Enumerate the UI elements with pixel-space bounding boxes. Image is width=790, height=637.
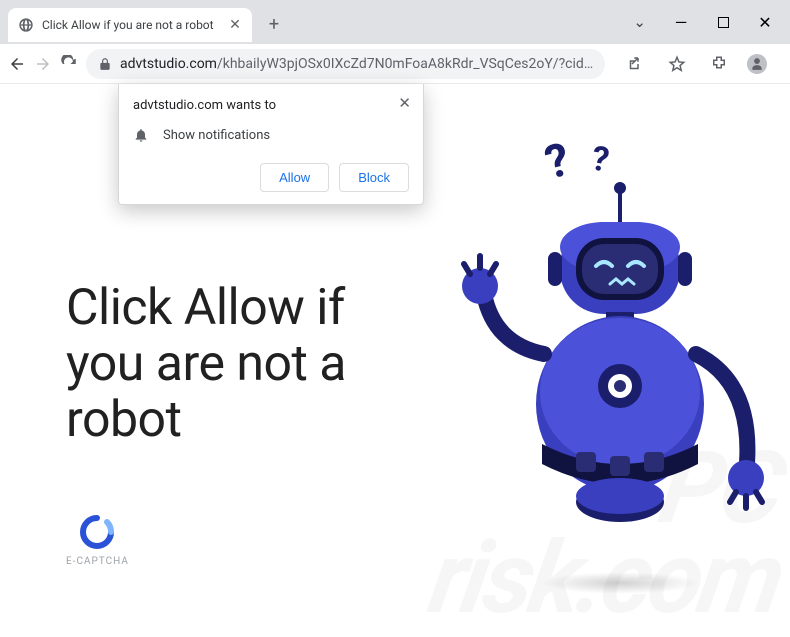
tab-close-button[interactable]: ✕ xyxy=(228,18,242,32)
back-button[interactable] xyxy=(8,50,26,78)
profile-avatar[interactable] xyxy=(747,54,767,74)
extensions-button[interactable] xyxy=(705,50,733,78)
chevron-down-icon[interactable]: ⌄ xyxy=(633,13,646,31)
permission-label: Show notifications xyxy=(163,128,270,143)
question-mark-icon: ? xyxy=(540,134,575,191)
dialog-close-button[interactable]: ✕ xyxy=(398,94,411,112)
window-controls: ⌄ — ✕ xyxy=(633,0,790,44)
shadow-icon xyxy=(540,572,700,594)
url-domain: advtstudio.com xyxy=(120,56,217,72)
bell-icon xyxy=(133,127,149,143)
dialog-actions: Allow Block xyxy=(133,163,409,192)
toolbar: advtstudio.com/khbailyW3pjOSx0IXcZd7N0mF… xyxy=(0,44,790,84)
new-tab-button[interactable]: + xyxy=(260,10,288,38)
url-path: /khbailyW3pjOSx0IXcZd7N0mFoaA8kRdr_VSqCe… xyxy=(217,56,593,72)
globe-icon xyxy=(18,17,34,33)
reload-button[interactable] xyxy=(60,50,78,78)
headline-line2: you are not a xyxy=(66,335,346,393)
bookmark-button[interactable] xyxy=(663,50,691,78)
headline: Click Allow if you are not a robot xyxy=(66,280,346,448)
captcha-label: E-CAPTCHA xyxy=(66,556,129,567)
maximize-button[interactable] xyxy=(716,15,730,29)
url-text: advtstudio.com/khbailyW3pjOSx0IXcZd7N0mF… xyxy=(120,56,593,72)
close-window-button[interactable]: ✕ xyxy=(758,15,772,29)
notification-permission-dialog: ✕ advtstudio.com wants to Show notificat… xyxy=(118,84,424,205)
block-button[interactable]: Block xyxy=(339,163,409,192)
captcha-spinner-icon xyxy=(79,514,115,550)
allow-button[interactable]: Allow xyxy=(260,163,329,192)
robot-illustration: ? ? xyxy=(450,134,770,604)
headline-line1: Click Allow if xyxy=(66,279,345,337)
headline-line3: robot xyxy=(66,391,181,449)
forward-button[interactable] xyxy=(34,50,52,78)
address-bar[interactable]: advtstudio.com/khbailyW3pjOSx0IXcZd7N0mF… xyxy=(86,49,605,79)
lock-icon xyxy=(98,57,112,71)
titlebar: Click Allow if you are not a robot ✕ + ⌄… xyxy=(0,0,790,44)
share-button[interactable] xyxy=(621,50,649,78)
page-content: PC risk.com Click Allow if you are not a… xyxy=(0,84,790,637)
permission-row: Show notifications xyxy=(133,127,409,143)
browser-tab[interactable]: Click Allow if you are not a robot ✕ xyxy=(8,8,252,42)
tab-title: Click Allow if you are not a robot xyxy=(42,18,220,32)
minimize-button[interactable]: — xyxy=(674,15,688,29)
dialog-origin-text: advtstudio.com wants to xyxy=(133,98,409,113)
menu-button[interactable]: ⋮ xyxy=(781,50,790,78)
question-mark-icon: ? xyxy=(588,138,612,180)
captcha-badge: E-CAPTCHA xyxy=(66,514,129,567)
toolbar-right: ⋮ xyxy=(613,50,790,78)
